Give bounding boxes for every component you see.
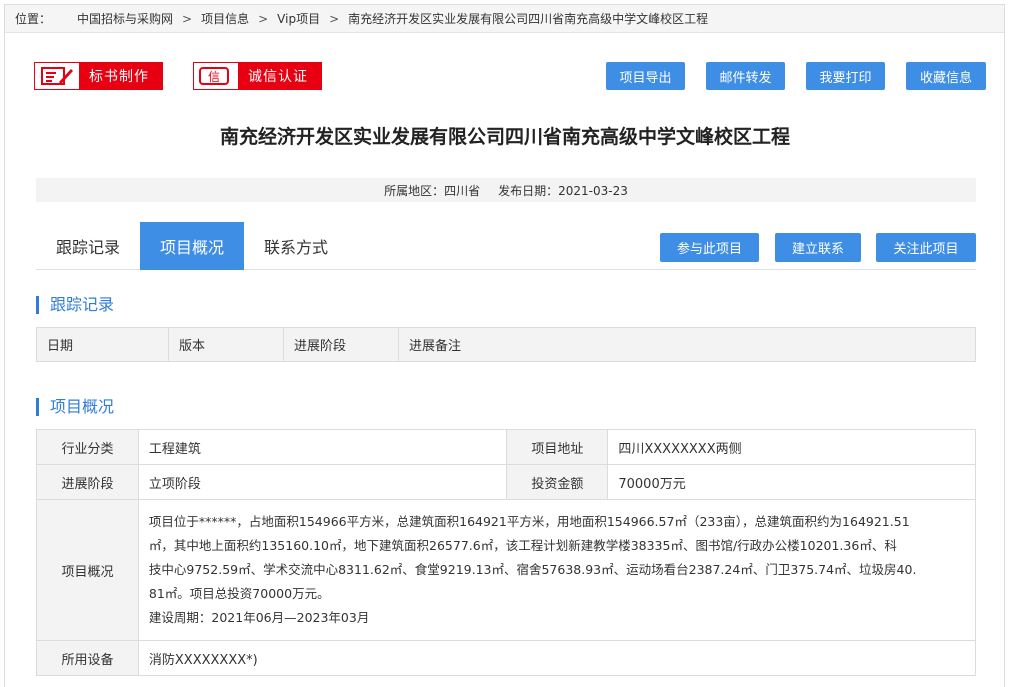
table-row: 所用设备 消防XXXXXXXX*) xyxy=(36,640,977,676)
bid-writing-button[interactable]: 标书制作 xyxy=(34,62,163,90)
favorite-button[interactable]: 收藏信息 xyxy=(906,62,986,90)
print-button[interactable]: 我要打印 xyxy=(806,62,885,90)
tab-tracking[interactable]: 跟踪记录 xyxy=(36,222,140,270)
tab-contact[interactable]: 联系方式 xyxy=(244,222,348,270)
breadcrumb: 位置： 中国招标与采购网 > 项目信息 > Vip项目 > 南充经济开发区实业发… xyxy=(5,5,1004,33)
tab-overview[interactable]: 项目概况 xyxy=(140,222,244,270)
page-title: 南充经济开发区实业发展有限公司四川省南充高级中学文峰校区工程 xyxy=(219,126,790,148)
breadcrumb-link-project-info[interactable]: 项目信息 xyxy=(201,10,249,27)
col-stage: 进展阶段 xyxy=(284,328,399,361)
join-project-button[interactable]: 参与此项目 xyxy=(660,233,759,262)
summary-line: 建设周期：2021年06月—2023年03月 xyxy=(148,610,370,625)
industry-value: 工程建筑 xyxy=(137,429,508,465)
publish-date-text: 发布日期：2021-03-23 xyxy=(498,183,628,198)
col-remarks: 进展备注 xyxy=(409,339,462,354)
investment-label: 投资金额 xyxy=(506,464,609,500)
credit-certification-label: 诚信认证 xyxy=(248,69,308,85)
breadcrumb-current: 南充经济开发区实业发展有限公司四川省南充高级中学文峰校区工程 xyxy=(348,12,709,26)
credit-seal-text: 信 xyxy=(208,70,220,84)
table-row: 项目概况 项目位于******，占地面积154966平方米，总建筑面积16492… xyxy=(36,499,977,641)
table-row: 进展阶段 立项阶段 投资金额 70000万元 xyxy=(36,464,976,500)
breadcrumb-separator: > xyxy=(182,11,193,26)
credit-certification-button[interactable]: 信 诚信认证 xyxy=(193,62,322,90)
export-project-button[interactable]: 项目导出 xyxy=(606,62,685,90)
tracking-section-title: 跟踪记录 xyxy=(36,296,114,314)
stage-label: 进展阶段 xyxy=(36,464,139,500)
forward-email-button[interactable]: 邮件转发 xyxy=(706,62,785,90)
summary-value: 项目位于******，占地面积154966平方米，总建筑面积164921平方米，… xyxy=(137,499,977,641)
tracking-table-header: 日期 版本 进展阶段 进展备注 xyxy=(36,327,976,362)
industry-label: 行业分类 xyxy=(36,429,139,465)
bid-writing-label: 标书制作 xyxy=(89,69,149,85)
summary-line: 81㎡。项目总投资70000万元。 xyxy=(148,586,330,601)
breadcrumb-separator: > xyxy=(329,11,340,26)
summary-label: 项目概况 xyxy=(36,499,139,641)
region-text: 所属地区：四川省 xyxy=(384,183,481,198)
follow-project-button[interactable]: 关注此项目 xyxy=(876,233,976,262)
table-row: 行业分类 工程建筑 项目地址 四川XXXXXXXX两侧 xyxy=(36,429,976,465)
summary-line: 技中心9752.59㎡、学术交流中心8311.62㎡、食堂9219.13㎡、宿舍… xyxy=(148,562,917,577)
equipment-value: 消防XXXXXXXX*) xyxy=(137,640,977,676)
col-date: 日期 xyxy=(37,328,169,361)
stage-value: 立项阶段 xyxy=(137,464,508,500)
breadcrumb-link-home[interactable]: 中国招标与采购网 xyxy=(77,10,173,27)
investment-value: 70000万元 xyxy=(607,464,976,500)
address-label: 项目地址 xyxy=(506,429,609,465)
address-value: 四川XXXXXXXX两侧 xyxy=(607,429,976,465)
col-version: 版本 xyxy=(169,328,284,361)
overview-section-title: 项目概况 xyxy=(36,398,114,416)
contact-button[interactable]: 建立联系 xyxy=(775,233,861,262)
summary-line: ㎡，其中地上面积约135160.10㎡，地下建筑面积26577.6㎡，该工程计划… xyxy=(148,538,897,553)
breadcrumb-separator: > xyxy=(258,11,269,26)
meta-bar: 所属地区：四川省 发布日期：2021-03-23 xyxy=(36,178,976,202)
summary-line: 项目位于******，占地面积154966平方米，总建筑面积164921平方米，… xyxy=(148,514,910,529)
overview-table: 行业分类 工程建筑 项目地址 四川XXXXXXXX两侧 进展阶段 立项阶段 投资… xyxy=(36,429,977,676)
breadcrumb-lead: 位置： xyxy=(15,12,52,26)
document-pen-icon xyxy=(35,63,79,89)
credit-seal-icon: 信 xyxy=(194,63,238,89)
breadcrumb-link-vip[interactable]: Vip项目 xyxy=(277,10,320,27)
equipment-label: 所用设备 xyxy=(36,640,139,676)
